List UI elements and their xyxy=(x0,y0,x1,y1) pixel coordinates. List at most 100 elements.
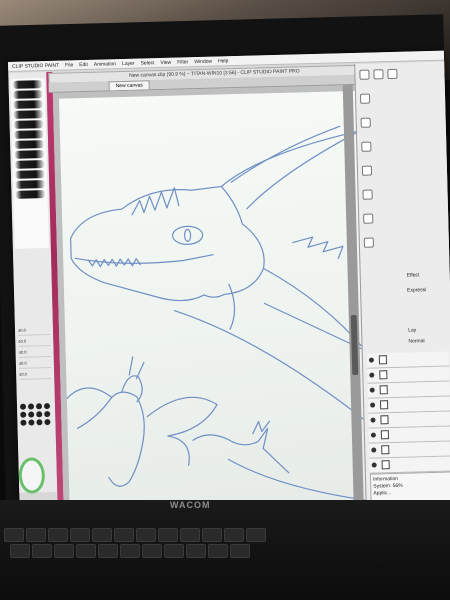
keyboard-key xyxy=(98,544,118,558)
brush-preset[interactable] xyxy=(14,160,45,169)
keyboard-key xyxy=(120,544,140,558)
eye-icon[interactable] xyxy=(371,462,377,468)
property-value: 40.0 xyxy=(19,371,28,377)
keyboard-key xyxy=(92,528,112,542)
menu-edit[interactable]: Edit xyxy=(79,60,88,69)
canvas-area[interactable] xyxy=(52,84,394,523)
small-dragon-wing-left xyxy=(66,387,113,429)
brush-preset[interactable] xyxy=(14,170,46,179)
tool-icon[interactable] xyxy=(373,69,384,80)
brush-preset[interactable] xyxy=(14,150,45,159)
tool-icon[interactable] xyxy=(361,165,373,176)
menu-app[interactable]: CLIP STUDIO PAINT xyxy=(12,61,59,71)
eye-icon[interactable] xyxy=(370,432,376,438)
property-row[interactable]: 40.0 xyxy=(18,337,51,347)
keyboard-key xyxy=(158,528,178,542)
menu-select[interactable]: Select xyxy=(140,58,154,67)
brush-preset[interactable] xyxy=(13,110,44,119)
brush-list xyxy=(10,78,49,249)
tool-icon[interactable] xyxy=(359,93,371,104)
menu-layer[interactable]: Layer xyxy=(122,59,135,68)
color-swatch[interactable] xyxy=(35,403,43,410)
eye-icon[interactable] xyxy=(370,417,376,423)
keyboard-key xyxy=(224,528,244,542)
dragon-back-spikes xyxy=(131,187,180,216)
brush-preset[interactable] xyxy=(15,190,46,199)
eye-icon[interactable] xyxy=(369,387,375,393)
tool-icon[interactable] xyxy=(363,237,374,248)
screen: CLIP STUDIO PAINT File Edit Animation La… xyxy=(8,50,450,542)
menu-window[interactable]: Window xyxy=(194,57,212,66)
layer-thumbnail xyxy=(381,460,390,470)
menu-view[interactable]: View xyxy=(160,58,171,67)
keyboard-key xyxy=(48,528,68,542)
tool-icon[interactable] xyxy=(359,69,370,80)
drawing-paper[interactable] xyxy=(58,90,389,519)
eye-icon[interactable] xyxy=(369,372,375,378)
tool-icon[interactable] xyxy=(361,141,372,152)
brush-preset[interactable] xyxy=(12,80,43,89)
blend-mode-select[interactable]: Normal xyxy=(408,338,424,344)
color-wheel[interactable] xyxy=(18,457,46,494)
effect-label: Effect xyxy=(406,272,420,279)
layer-thumbnail xyxy=(381,445,390,455)
keyboard-key xyxy=(10,544,30,558)
scrollbar-thumb[interactable] xyxy=(350,314,359,376)
color-swatch[interactable] xyxy=(36,411,43,418)
color-swatch[interactable] xyxy=(27,403,35,410)
brush-preset[interactable] xyxy=(14,140,45,149)
dragon-jaw-spike xyxy=(228,283,236,330)
dragon-horn xyxy=(220,130,361,210)
keyboard-key xyxy=(32,544,52,558)
property-row[interactable]: 40.0 xyxy=(18,348,51,358)
color-swatch[interactable] xyxy=(19,403,27,410)
brush-preset[interactable] xyxy=(13,130,45,139)
tool-icon[interactable] xyxy=(360,117,371,128)
property-value: 40.0 xyxy=(17,327,26,333)
layer-thumbnail xyxy=(379,400,389,410)
tool-icon[interactable] xyxy=(363,213,374,224)
color-swatch[interactable] xyxy=(28,419,35,426)
color-swatch[interactable] xyxy=(44,411,51,418)
tool-icon[interactable] xyxy=(387,68,398,80)
brush-preset[interactable] xyxy=(13,120,44,129)
color-swatch[interactable] xyxy=(28,411,35,418)
tab-new-canvas[interactable]: New canvas xyxy=(108,80,150,91)
keyboard-key xyxy=(202,528,222,542)
brush-preset[interactable] xyxy=(12,90,43,99)
small-dragon-wing-right xyxy=(146,396,218,467)
property-value: 40.0 xyxy=(18,360,27,366)
property-value: 40.0 xyxy=(18,349,27,355)
keyboard-key xyxy=(54,544,74,558)
third-dragon-body xyxy=(227,458,371,502)
property-row[interactable]: 40.0 xyxy=(17,326,51,336)
color-swatch[interactable] xyxy=(44,419,51,426)
keyboard-key xyxy=(70,528,90,542)
eye-icon[interactable] xyxy=(368,357,374,363)
color-swatch[interactable] xyxy=(36,419,43,426)
layer-thumbnail xyxy=(380,430,390,440)
keyboard-key xyxy=(26,528,46,542)
layer-panel-label: Lay xyxy=(408,327,417,334)
tool-icon[interactable] xyxy=(362,189,373,200)
keyboard-key xyxy=(136,528,156,542)
color-swatch[interactable] xyxy=(43,403,51,410)
menu-filter[interactable]: Filter xyxy=(177,57,188,66)
keyboard-key xyxy=(208,544,228,558)
property-row[interactable]: 40.0 xyxy=(19,370,52,380)
menu-animation[interactable]: Animation xyxy=(94,59,116,69)
eye-icon[interactable] xyxy=(370,402,376,408)
brush-preset[interactable] xyxy=(13,100,44,109)
menu-help[interactable]: Help xyxy=(218,56,229,65)
third-dragon-head xyxy=(192,427,290,474)
eye-icon[interactable] xyxy=(371,447,377,453)
keyboard-key xyxy=(76,544,96,558)
menu-file[interactable]: File xyxy=(65,60,73,69)
keyboard-key xyxy=(180,528,200,542)
brush-preset[interactable] xyxy=(15,180,46,189)
property-row[interactable]: 40.0 xyxy=(18,359,52,369)
layer-thumbnail xyxy=(379,370,388,380)
color-swatch[interactable] xyxy=(20,419,27,426)
color-swatch[interactable] xyxy=(20,411,27,418)
keyboard-key xyxy=(164,544,184,558)
